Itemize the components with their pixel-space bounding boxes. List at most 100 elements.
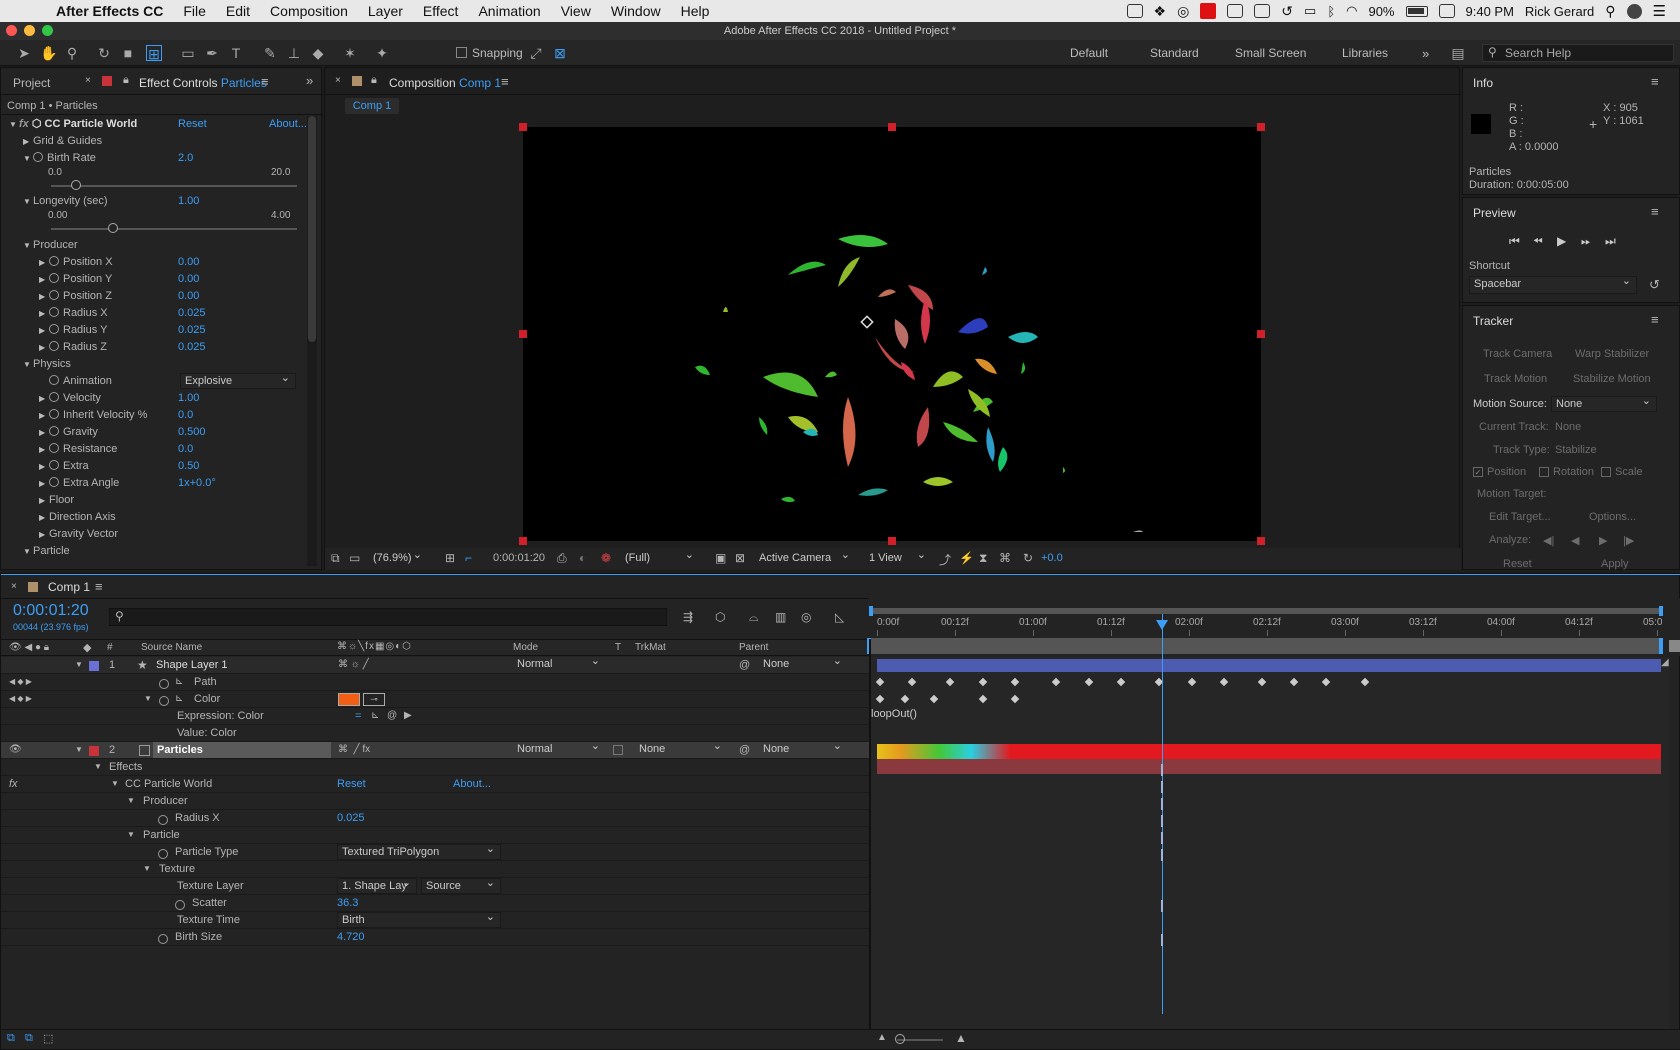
menu-window[interactable]: Window	[611, 3, 661, 19]
expand-triangle[interactable]: ▼	[144, 691, 152, 707]
magnification-dropdown[interactable]: (76.9%)	[369, 548, 427, 567]
animation-dropdown[interactable]: Explosive	[180, 371, 296, 389]
motion-source-dropdown[interactable]: None	[1551, 394, 1657, 412]
expand-triangle[interactable]: ▼	[94, 759, 102, 775]
stopwatch-icon[interactable]	[49, 375, 59, 385]
workspace-default[interactable]: Default	[1070, 46, 1108, 60]
preserve-transparency-checkbox[interactable]	[613, 745, 623, 755]
shortcut-dropdown[interactable]: Spacebar	[1469, 274, 1637, 294]
group-producer[interactable]: ▼ Producer	[23, 237, 78, 253]
toggle-pixel-aspect-icon[interactable]: ⤴	[939, 551, 951, 568]
radius-y-value[interactable]: 0.025	[178, 322, 206, 338]
stopwatch-icon[interactable]	[158, 932, 172, 948]
playhead-line[interactable]	[1162, 614, 1163, 1014]
close-icon[interactable]: ×	[85, 75, 91, 86]
effect-about-button[interactable]: About...	[453, 776, 491, 792]
track-motion-button[interactable]: Track Motion	[1484, 373, 1547, 385]
prop-position-y[interactable]: ▶ Position Y	[39, 271, 112, 287]
expression-graph-icon[interactable]: ⊾	[371, 708, 379, 724]
property-row-path[interactable]: ◀ ◆ ▶ ⊾ Path	[1, 674, 869, 691]
options-button[interactable]: Options...	[1589, 511, 1636, 523]
tab-timeline-comp[interactable]: Comp 1	[48, 580, 90, 594]
transparency-grid-icon[interactable]: ⊠	[735, 551, 745, 565]
keyframe[interactable]	[978, 677, 988, 687]
previous-frame-icon[interactable]: ⏪︎	[1533, 234, 1543, 249]
keyframe[interactable]	[1219, 677, 1229, 687]
expand-triangle[interactable]: ▼	[75, 657, 83, 673]
stopwatch-icon[interactable]	[49, 341, 59, 351]
motion-blur-icon[interactable]: ◎	[801, 610, 811, 624]
group-grid-guides[interactable]: ▶ Grid & Guides	[23, 133, 102, 149]
expand-triangle[interactable]: ▼	[127, 827, 135, 843]
time-machine-icon[interactable]: ↺	[1281, 3, 1293, 20]
keyframe-navigator[interactable]: ◀ ◆ ▶	[9, 691, 32, 707]
keyframe[interactable]	[1010, 694, 1020, 704]
parent-dropdown[interactable]: None	[759, 654, 847, 673]
birth-size-row[interactable]: Birth Size 4.720	[1, 929, 869, 946]
about-effect-button[interactable]: About...	[269, 116, 307, 132]
stopwatch-icon[interactable]	[49, 324, 59, 334]
rotation-checkbox[interactable]	[1539, 467, 1549, 477]
stopwatch-icon[interactable]	[49, 460, 59, 470]
prop-radius-x[interactable]: ▶ Radius X	[39, 305, 108, 321]
keyframe-navigator[interactable]: ◀ ◆ ▶	[9, 674, 32, 690]
birth-rate-value[interactable]: 2.0	[178, 150, 193, 166]
particle-type-dropdown[interactable]: Textured TriPolygon	[337, 842, 501, 860]
close-window-button[interactable]	[6, 25, 17, 36]
work-area-bar[interactable]	[871, 638, 1661, 654]
property-row-color[interactable]: ◀ ◆ ▶ ▼ ⊾ Color ⊸	[1, 691, 869, 708]
type-tool-icon[interactable]: T	[228, 45, 244, 61]
layer-handle[interactable]	[888, 537, 896, 545]
extra-angle-value[interactable]: 1x+0.0°	[178, 475, 216, 491]
inherit-velocity-value[interactable]: 0.0	[178, 407, 193, 423]
tab-project[interactable]: Project	[13, 76, 50, 90]
keyframe[interactable]	[1360, 677, 1370, 687]
eyedropper-icon[interactable]: ⊸	[363, 693, 385, 706]
keyframe[interactable]	[900, 694, 910, 704]
prop-position-z[interactable]: ▶ Position Z	[39, 288, 112, 304]
battery-icon[interactable]	[1405, 5, 1428, 17]
work-area-end[interactable]	[1659, 638, 1663, 654]
stopwatch-icon[interactable]	[33, 152, 43, 162]
keyframe[interactable]	[945, 677, 955, 687]
texture-time-row[interactable]: Texture Time Birth	[1, 910, 869, 929]
fx-icon[interactable]: fx	[9, 776, 18, 792]
zoom-window-button[interactable]	[42, 25, 53, 36]
expand-triangle[interactable]: ▼	[143, 861, 151, 877]
keyframe[interactable]	[1010, 677, 1020, 687]
layer-handle[interactable]	[1257, 537, 1265, 545]
menu-composition[interactable]: Composition	[270, 3, 348, 19]
snap-options-icon[interactable]: ⤢	[528, 45, 544, 61]
prop-radius-y[interactable]: ▶ Radius Y	[39, 322, 107, 338]
play-icon[interactable]: ▶	[1557, 234, 1566, 248]
snapshot-icon[interactable]: ⎙	[557, 551, 567, 566]
zoom-out-icon[interactable]: ▲	[877, 1032, 887, 1043]
stopwatch-icon[interactable]	[49, 290, 59, 300]
pen-tool-icon[interactable]: ✒	[204, 45, 220, 61]
longevity-slider-track[interactable]	[51, 228, 297, 230]
expression-text[interactable]: loopOut()	[871, 708, 917, 720]
prop-birth-rate[interactable]: ▼ Birth Rate	[23, 150, 96, 166]
dropbox-icon[interactable]: ❖	[1154, 3, 1167, 20]
menu-view[interactable]: View	[561, 3, 591, 19]
keyframe[interactable]	[1084, 677, 1094, 687]
layer-handle[interactable]	[1257, 123, 1265, 131]
search-help-input[interactable]: Search Help	[1482, 44, 1674, 62]
fx-icon[interactable]: fx	[19, 118, 29, 130]
texture-layer-row[interactable]: Texture Layer 1. Shape Lay Source	[1, 876, 869, 895]
panel-menu-icon[interactable]: ≡	[1651, 204, 1659, 219]
clock[interactable]: 9:40 PM	[1466, 4, 1514, 19]
camera-dropdown[interactable]: Active Camera	[755, 548, 855, 567]
layer-label-swatch[interactable]	[89, 746, 99, 756]
expand-triangle[interactable]: ▼	[127, 793, 135, 809]
reset-shortcut-icon[interactable]: ↺	[1649, 277, 1660, 293]
hide-shy-layers-icon[interactable]: ⌓	[749, 610, 759, 625]
grid-options-icon[interactable]: ⊞	[445, 551, 455, 565]
layer-handle[interactable]	[519, 537, 527, 545]
group-floor[interactable]: ▶ Floor	[39, 492, 74, 508]
expression-language-menu-icon[interactable]: ▶	[404, 708, 412, 724]
snapping-checkbox[interactable]	[456, 47, 467, 58]
keyframe[interactable]	[1289, 677, 1299, 687]
lock-icon[interactable]: 🔒︎	[371, 74, 377, 87]
birth-rate-slider-thumb[interactable]	[70, 180, 81, 190]
